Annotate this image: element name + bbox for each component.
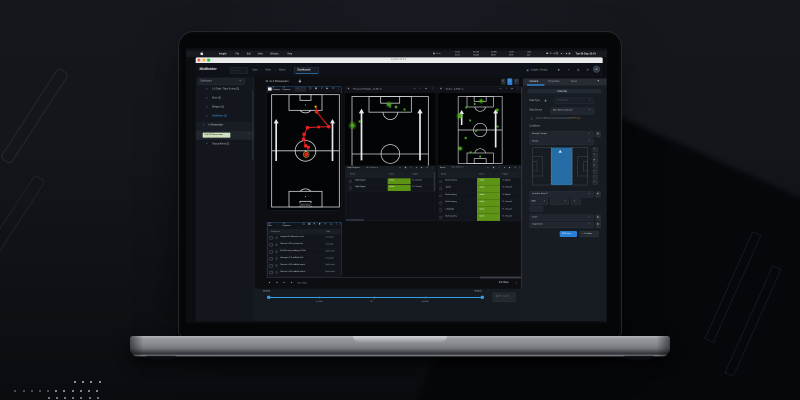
svg-text:Attacking: Attacking bbox=[301, 203, 311, 206]
